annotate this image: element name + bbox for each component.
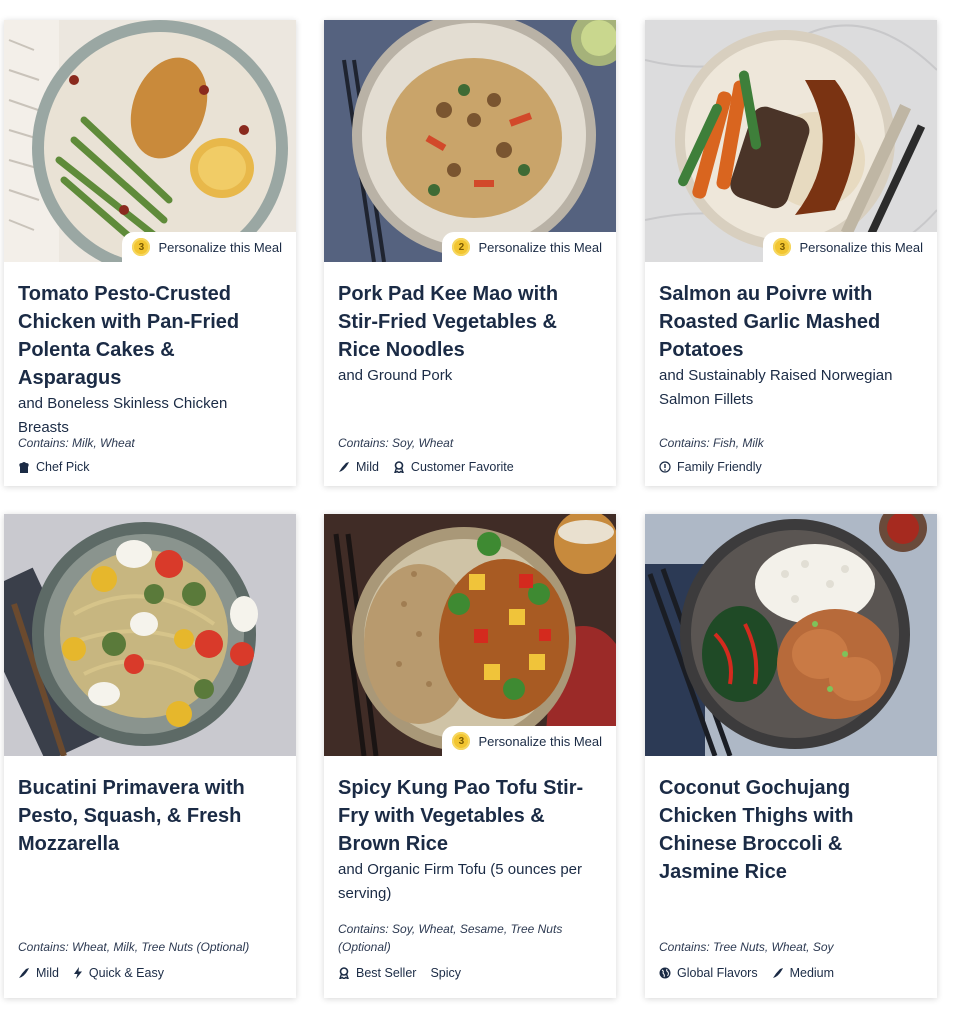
meal-photo[interactable]: 2 Personalize this Meal	[324, 20, 616, 262]
personalize-meal-button[interactable]: 3 Personalize this Meal	[763, 232, 937, 262]
meal-card[interactable]: 3 Personalize this Meal Spicy Kung Pao T…	[324, 514, 616, 998]
meal-tag: Spicy	[430, 966, 461, 980]
meal-photo[interactable]	[4, 514, 296, 756]
personalize-count-badge: 3	[452, 732, 471, 750]
lightning-icon	[73, 967, 82, 979]
allergen-info: Contains: Soy, Wheat, Sesame, Tree Nuts …	[338, 922, 563, 954]
globe-icon	[659, 967, 671, 979]
meal-tag: Mild	[18, 966, 59, 980]
meal-tag: Customer Favorite	[393, 460, 514, 474]
personalize-meal-button[interactable]: 3 Personalize this Meal	[442, 726, 616, 756]
meal-card[interactable]: 2 Personalize this Meal Pork Pad Kee Mao…	[324, 20, 616, 486]
meal-photo[interactable]	[645, 514, 937, 756]
meal-tag: Chef Pick	[18, 460, 90, 474]
meal-tag: Medium	[772, 966, 834, 980]
allergen-info: Contains: Fish, Milk	[659, 436, 764, 450]
ribbon-award-icon	[339, 967, 349, 979]
meal-photo[interactable]: 3 Personalize this Meal	[324, 514, 616, 756]
meal-photo[interactable]: 3 Personalize this Meal	[4, 20, 296, 262]
personalize-count-badge: 2	[452, 238, 471, 256]
personalize-label: Personalize this Meal	[799, 239, 923, 255]
meal-tag: Global Flavors	[659, 966, 758, 980]
personalize-meal-button[interactable]: 3 Personalize this Meal	[122, 232, 296, 262]
tag-label: Best Seller	[356, 966, 417, 980]
allergen-info: Contains: Wheat, Milk, Tree Nuts (Option…	[18, 940, 250, 954]
personalize-label: Personalize this Meal	[158, 239, 282, 255]
allergen-info: Contains: Soy, Wheat	[338, 436, 454, 450]
meal-tag: Family Friendly	[659, 460, 762, 474]
meal-card[interactable]: Coconut Gochujang Chicken Thighs with Ch…	[645, 514, 937, 998]
tag-label: Mild	[356, 460, 379, 474]
meal-card[interactable]: 3 Personalize this Meal Tomato Pesto-Cru…	[4, 20, 296, 486]
meal-tag: Quick & Easy	[73, 966, 164, 980]
chef-hat-icon	[19, 462, 29, 473]
tag-label: Medium	[789, 966, 835, 980]
tag-label: Family Friendly	[677, 460, 762, 474]
meal-subtitle: and Boneless Skinless Chicken Breasts	[18, 395, 228, 436]
meal-photo[interactable]: 3 Personalize this Meal	[645, 20, 937, 262]
meal-card[interactable]: 3 Personalize this Meal Salmon au Poivre…	[645, 20, 937, 486]
meal-subtitle: and Organic Firm Tofu (5 ounces per serv…	[338, 861, 583, 902]
tag-label: Spicy	[430, 966, 462, 980]
personalize-label: Personalize this Meal	[478, 733, 602, 749]
meal-tag: Best Seller	[338, 966, 416, 980]
chili-pepper-icon	[339, 462, 349, 472]
meal-grid: 3 Personalize this Meal Tomato Pesto-Cru…	[0, 0, 956, 1011]
chili-pepper-icon	[772, 968, 783, 978]
meal-title[interactable]: Tomato Pesto-Crusted Chicken with Pan-Fr…	[18, 280, 282, 392]
meal-tags: Mild Customer Favorite	[338, 460, 602, 474]
tag-label: Customer Favorite	[410, 460, 514, 474]
ribbon-award-icon	[394, 461, 404, 473]
meal-title[interactable]: Spicy Kung Pao Tofu Stir-Fry with Vegeta…	[338, 774, 602, 858]
meal-tags: Family Friendly	[659, 460, 923, 474]
family-icon	[659, 461, 671, 473]
meal-title[interactable]: Coconut Gochujang Chicken Thighs with Ch…	[659, 774, 923, 886]
tag-label: Chef Pick	[36, 460, 90, 474]
meal-subtitle: and Sustainably Raised Norwegian Salmon …	[659, 367, 893, 408]
personalize-count-badge: 3	[773, 238, 792, 256]
personalize-count-badge: 3	[132, 238, 151, 256]
meal-title[interactable]: Pork Pad Kee Mao with Stir-Fried Vegetab…	[338, 280, 602, 364]
chili-pepper-icon	[19, 968, 29, 978]
allergen-info: Contains: Milk, Wheat	[18, 436, 135, 450]
allergen-info: Contains: Tree Nuts, Wheat, Soy	[659, 940, 834, 954]
personalize-meal-button[interactable]: 2 Personalize this Meal	[442, 232, 616, 262]
meal-card[interactable]: Bucatini Primavera with Pesto, Squash, &…	[4, 514, 296, 998]
tag-label: Quick & Easy	[88, 966, 164, 980]
meal-tags: Chef Pick	[18, 460, 282, 474]
personalize-label: Personalize this Meal	[478, 239, 602, 255]
tag-label: Mild	[36, 966, 59, 980]
meal-title[interactable]: Salmon au Poivre with Roasted Garlic Mas…	[659, 280, 923, 364]
meal-tags: Mild Quick & Easy	[18, 966, 282, 980]
meal-tag: Mild	[338, 460, 379, 474]
meal-subtitle: and Ground Pork	[338, 367, 453, 384]
meal-title[interactable]: Bucatini Primavera with Pesto, Squash, &…	[18, 774, 282, 858]
meal-tags: Global Flavors Medium	[659, 966, 923, 980]
tag-label: Global Flavors	[677, 966, 758, 980]
meal-tags: Best Seller Spicy	[338, 966, 602, 980]
